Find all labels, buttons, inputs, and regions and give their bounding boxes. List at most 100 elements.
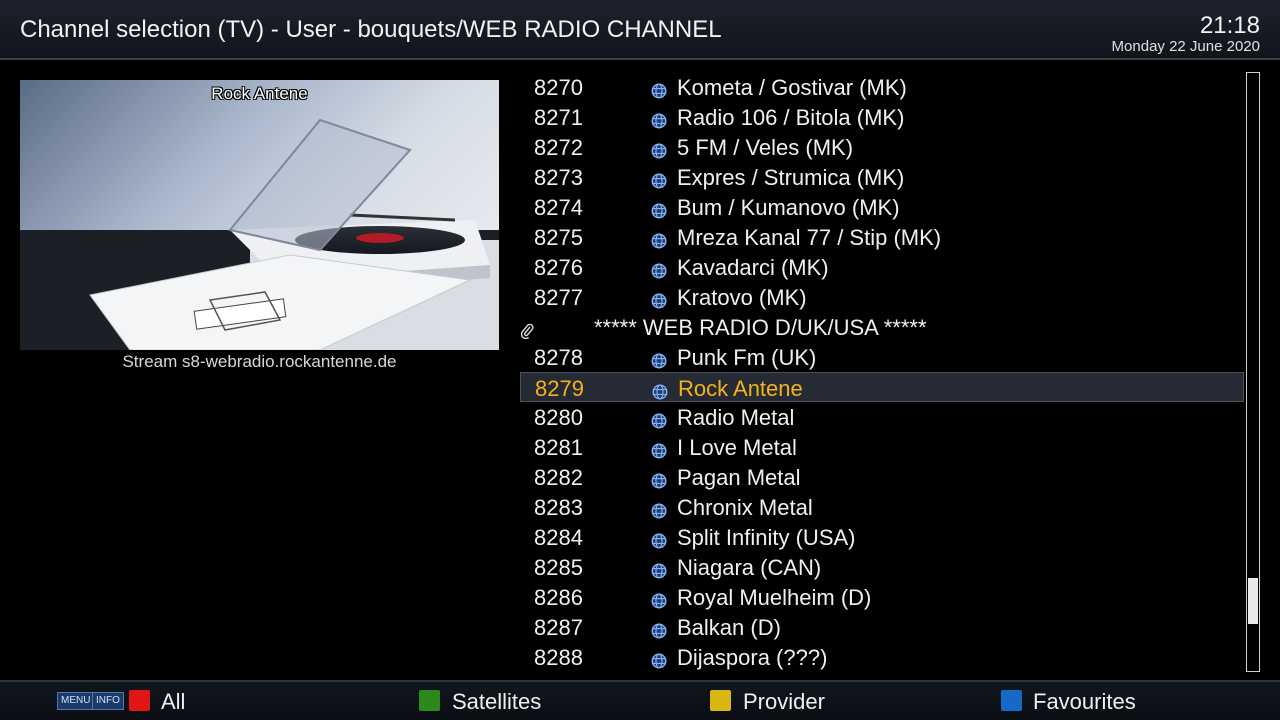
channel-name: I Love Metal	[677, 435, 797, 460]
channel-row[interactable]: 8280 Radio Metal	[520, 402, 1244, 432]
channel-row[interactable]: 8270 Kometa / Gostivar (MK)	[520, 72, 1244, 102]
channel-name: Royal Muelheim (D)	[677, 585, 872, 610]
header-bar: Channel selection (TV) - User - bouquets…	[0, 0, 1280, 60]
globe-icon	[651, 169, 667, 189]
channel-name: Kratovo (MK)	[677, 285, 807, 310]
paperclip-icon	[520, 319, 534, 340]
globe-icon	[651, 259, 667, 279]
globe-icon	[651, 409, 667, 429]
channel-row[interactable]: 8283 Chronix Metal	[520, 492, 1244, 522]
channel-name: 5 FM / Veles (MK)	[677, 135, 854, 160]
scrollbar[interactable]	[1246, 72, 1260, 672]
globe-icon	[651, 139, 667, 159]
channel-name: Niagara (CAN)	[677, 555, 822, 580]
channel-name: Radio 106 / Bitola (MK)	[677, 105, 905, 130]
channel-number: 8274	[534, 195, 583, 220]
channel-row[interactable]: 8273 Expres / Strumica (MK)	[520, 162, 1244, 192]
channel-name: Bum / Kumanovo (MK)	[677, 195, 900, 220]
channel-row[interactable]: 8271 Radio 106 / Bitola (MK)	[520, 102, 1244, 132]
channel-row[interactable]: 8286 Royal Muelheim (D)	[520, 582, 1244, 612]
channel-number: 8284	[534, 525, 583, 550]
stream-info: Stream s8-webradio.rockantenne.de	[122, 352, 397, 371]
channel-list: 8270 Kometa / Gostivar (MK) 8271 Radio 106 …	[520, 72, 1244, 672]
globe-icon	[651, 529, 667, 549]
all-button-label[interactable]: All	[161, 689, 185, 715]
channel-name: Chronix Metal	[677, 495, 813, 520]
channel-number: 8279	[535, 376, 584, 401]
channel-number: 8282	[534, 465, 583, 490]
channel-name: Rock Antene	[678, 376, 803, 401]
channel-number: 8283	[534, 495, 583, 520]
globe-icon	[651, 439, 667, 459]
clock: 21:18	[1199, 12, 1260, 39]
marker-label: ***** WEB RADIO D/UK/USA *****	[594, 315, 927, 340]
info-key[interactable]: INFO	[92, 692, 124, 710]
channel-row[interactable]: 8274 Bum / Kumanovo (MK)	[520, 192, 1244, 222]
channel-number: 8270	[534, 75, 583, 100]
globe-icon	[652, 380, 668, 400]
channel-row[interactable]: 8287 Balkan (D)	[520, 612, 1244, 642]
globe-icon	[651, 619, 667, 639]
channel-number: 8280	[534, 405, 583, 430]
globe-icon	[651, 199, 667, 219]
globe-icon	[651, 79, 667, 99]
channel-row[interactable]: 8288 Dijaspora (???)	[520, 642, 1244, 672]
channel-number: 8276	[534, 255, 583, 280]
channel-number: 8275	[534, 225, 583, 250]
green-button[interactable]	[419, 690, 440, 711]
globe-icon	[651, 109, 667, 129]
scroll-thumb[interactable]	[1248, 578, 1258, 624]
menu-key[interactable]: MENU	[57, 692, 95, 710]
channel-number: 8287	[534, 615, 583, 640]
channel-name: Balkan (D)	[677, 615, 781, 640]
favourites-button-label[interactable]: Favourites	[1033, 689, 1136, 715]
globe-icon	[651, 469, 667, 489]
channel-number: 8271	[534, 105, 583, 130]
channel-name: Mreza Kanal 77 / Stip (MK)	[677, 225, 942, 250]
channel-number: 8272	[534, 135, 583, 160]
globe-icon	[651, 589, 667, 609]
channel-row[interactable]: 8277 Kratovo (MK)	[520, 282, 1244, 312]
footer-bar: MENU INFO All Satellites Provider Favour…	[0, 680, 1280, 720]
globe-icon	[651, 289, 667, 309]
provider-button-label[interactable]: Provider	[743, 689, 825, 715]
channel-number: 8278	[534, 345, 583, 370]
marker-row[interactable]: ***** WEB RADIO D/UK/USA *****	[520, 312, 1244, 342]
channel-row[interactable]: 8275 Mreza Kanal 77 / Stip (MK)	[520, 222, 1244, 252]
channel-number: 8286	[534, 585, 583, 610]
channel-name: Expres / Strumica (MK)	[677, 165, 905, 190]
channel-row[interactable]: 8284 Split Infinity (USA)	[520, 522, 1244, 552]
channel-name: Pagan Metal	[677, 465, 801, 490]
globe-icon	[651, 349, 667, 369]
globe-icon	[651, 559, 667, 579]
channel-name: Punk Fm (UK)	[677, 345, 817, 370]
turntable-picture	[20, 118, 499, 350]
preview-channel-label: Rock Antene	[211, 84, 308, 103]
globe-icon	[651, 499, 667, 519]
channel-number: 8285	[534, 555, 583, 580]
channel-row[interactable]: 8279 Rock Antene	[520, 372, 1244, 402]
channel-number: 8288	[534, 645, 583, 670]
channel-row[interactable]: 8276 Kavadarci (MK)	[520, 252, 1244, 282]
video-preview: Rock Antene	[20, 80, 499, 350]
globe-icon	[651, 229, 667, 249]
channel-row[interactable]: 8272 5 FM / Veles (MK)	[520, 132, 1244, 162]
satellites-button-label[interactable]: Satellites	[452, 689, 541, 715]
channel-row[interactable]: 8285 Niagara (CAN)	[520, 552, 1244, 582]
channel-row[interactable]: 8282 Pagan Metal	[520, 462, 1244, 492]
date: Monday 22 June 2020	[1111, 38, 1260, 55]
channel-name: Radio Metal	[677, 405, 795, 430]
channel-number: 8273	[534, 165, 583, 190]
channel-number: 8281	[534, 435, 583, 460]
blue-button[interactable]	[1001, 690, 1022, 711]
channel-name: Kavadarci (MK)	[677, 255, 829, 280]
yellow-button[interactable]	[710, 690, 731, 711]
page-title: Channel selection (TV) - User - bouquets…	[20, 16, 722, 43]
globe-icon	[651, 649, 667, 669]
red-button[interactable]	[129, 690, 150, 711]
channel-name: Kometa / Gostivar (MK)	[677, 75, 907, 100]
channel-name: Split Infinity (USA)	[677, 525, 856, 550]
channel-row[interactable]: 8278 Punk Fm (UK)	[520, 342, 1244, 372]
channel-number: 8277	[534, 285, 583, 310]
channel-row[interactable]: 8281 I Love Metal	[520, 432, 1244, 462]
